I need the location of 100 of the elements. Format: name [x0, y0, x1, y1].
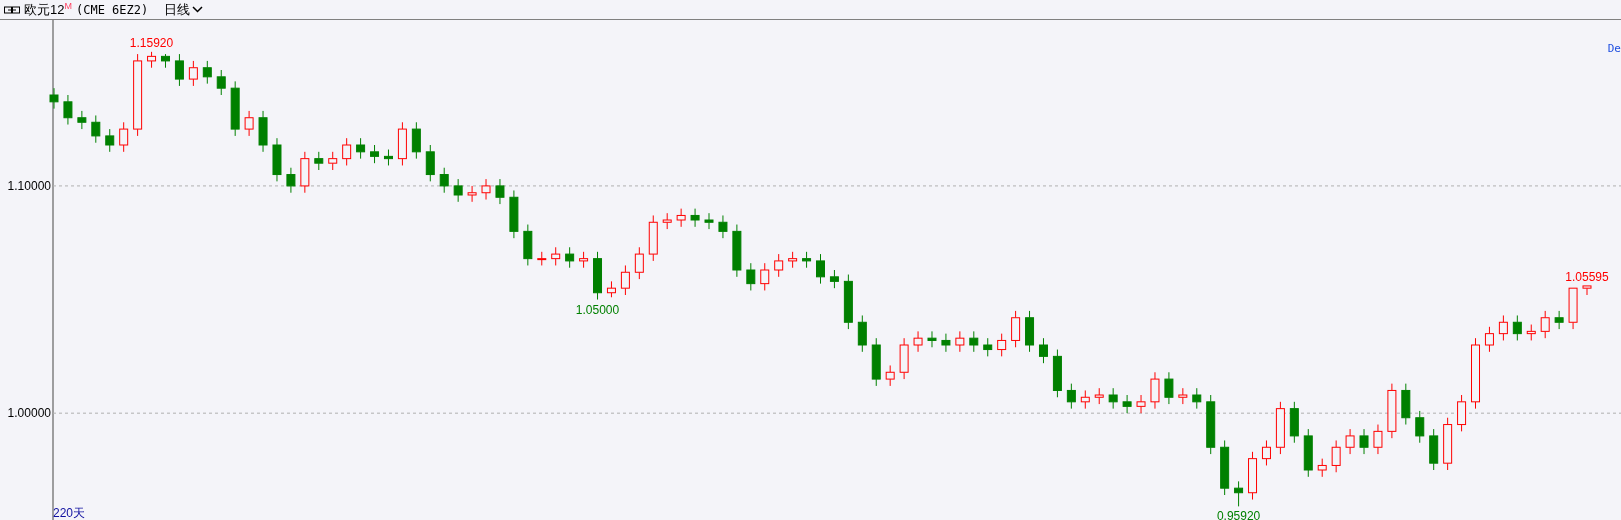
candlestick	[1512, 314, 1522, 341]
candlestick	[161, 53, 170, 69]
candlestick	[356, 137, 366, 160]
candlestick	[704, 212, 714, 230]
candlestick	[788, 251, 798, 269]
candlestick	[91, 114, 101, 144]
candlestick	[370, 144, 380, 164]
candlestick	[1387, 383, 1397, 439]
candlestick	[1457, 394, 1467, 432]
candlestick	[216, 69, 226, 96]
candlestick	[258, 110, 268, 153]
candlestick	[802, 251, 812, 269]
candlestick	[1317, 458, 1327, 478]
candlestick	[174, 53, 184, 87]
chevron-down-icon	[192, 6, 204, 13]
candlestick	[579, 251, 589, 269]
candlestick	[1150, 371, 1160, 410]
candlestick	[244, 110, 254, 137]
candlestick	[857, 314, 867, 353]
candlestick	[1359, 428, 1369, 455]
candlestick	[383, 149, 393, 166]
candlestick	[272, 137, 282, 182]
price-annotation: 1.15920	[129, 35, 174, 50]
candlestick	[77, 110, 87, 130]
candlestick	[188, 60, 198, 87]
candlestick	[467, 185, 477, 203]
symbol-name: 欧元12$^{M}$	[24, 0, 72, 19]
candlestick	[997, 333, 1007, 357]
candlestick	[774, 253, 784, 278]
y-axis-label: 1.10000	[7, 178, 51, 193]
candlestick	[983, 337, 993, 357]
candlestick	[732, 224, 742, 278]
candlestick	[565, 246, 575, 269]
contract-code: (CME 6EZ2)	[75, 1, 149, 19]
candlestick	[941, 333, 951, 353]
candlestick	[425, 144, 435, 182]
candlestick	[342, 137, 352, 166]
candlestick	[495, 178, 505, 205]
candlestick	[1192, 387, 1202, 410]
candlestick	[885, 364, 895, 387]
y-axis-label: 1.00000	[7, 406, 51, 421]
price-annotation: 1.05595	[1565, 269, 1609, 284]
candlestick	[481, 178, 491, 201]
link-icon[interactable]	[4, 5, 20, 14]
candlestick	[662, 212, 672, 230]
candlestick	[286, 167, 296, 194]
candlestick	[328, 151, 338, 171]
candlestick	[1484, 326, 1494, 353]
day-count-label: 220天	[53, 506, 86, 520]
candlestick	[1554, 310, 1564, 330]
candlestick	[955, 330, 965, 353]
candlestick	[551, 246, 561, 266]
candlestick	[537, 251, 547, 266]
candlestick	[49, 87, 59, 110]
candlestick	[1206, 394, 1216, 455]
candlestick	[1094, 387, 1104, 405]
candlestick	[105, 128, 115, 153]
candlestick	[899, 337, 909, 380]
candlestick	[690, 208, 700, 228]
candlestick	[1136, 394, 1146, 414]
candlestick	[1373, 424, 1383, 455]
candlestick	[829, 269, 839, 289]
candlestick	[760, 262, 770, 291]
candlestick	[1220, 439, 1230, 496]
candlestick	[913, 330, 923, 353]
candlestick	[1401, 383, 1411, 426]
candlestick	[1052, 349, 1062, 398]
price-annotation: 1.05000	[575, 302, 620, 317]
candlestick	[634, 246, 644, 280]
price-annotation: 0.95920	[1216, 509, 1261, 520]
candlestick	[411, 121, 421, 160]
candlestick	[1443, 417, 1453, 471]
candlestick	[202, 60, 212, 85]
candlestick	[1415, 410, 1425, 444]
candlestick	[816, 253, 825, 285]
corner-label: De	[1607, 42, 1621, 55]
candlestick	[119, 121, 129, 153]
candlestick	[1568, 287, 1578, 330]
candlestick	[1526, 324, 1536, 341]
candlestick	[1108, 387, 1118, 410]
candlestick	[1122, 394, 1132, 414]
period-dropdown[interactable]: 日线	[164, 0, 204, 20]
candlestick	[1331, 439, 1341, 473]
candlestick	[1540, 310, 1550, 339]
candlestick	[718, 214, 728, 239]
candlestick	[147, 51, 157, 69]
candlestick	[606, 280, 616, 298]
candlestick	[648, 214, 658, 262]
candlestick	[230, 80, 240, 137]
candlestick	[1303, 428, 1313, 478]
candlestick	[620, 264, 630, 296]
candlestick	[397, 121, 407, 166]
candlestick	[1275, 401, 1285, 455]
candlestick	[63, 94, 73, 126]
candlestick	[1025, 310, 1035, 353]
candlestick	[1261, 439, 1271, 466]
candlestick	[1164, 371, 1174, 405]
candlestick	[1178, 387, 1188, 405]
candlestick	[1234, 480, 1244, 507]
candlestick	[1011, 310, 1021, 348]
